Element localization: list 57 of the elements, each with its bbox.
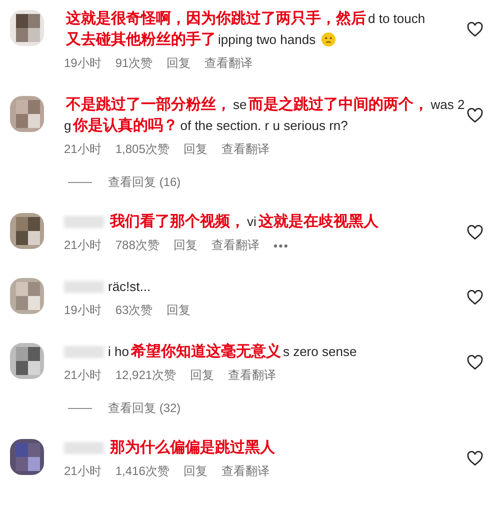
like-count[interactable]: 91次赞 [115, 55, 153, 72]
comment-text: d to touch [368, 11, 426, 26]
translate-link[interactable]: 查看翻译 [211, 237, 260, 254]
reply-link[interactable]: 回复 [183, 463, 208, 480]
comment-time: 21小时 [64, 367, 102, 384]
like-count[interactable]: 12,921次赞 [115, 367, 176, 384]
emoji-icon [320, 32, 336, 47]
caption-overlay: 不是跳过了一部分粉丝， [66, 95, 231, 114]
caption-overlay: 希望你知道这毫无意义 [130, 342, 281, 361]
reply-link[interactable]: 回复 [173, 237, 198, 254]
heart-icon[interactable] [467, 290, 483, 305]
comment-time: 19小时 [64, 55, 102, 72]
avatar[interactable] [10, 96, 44, 132]
heart-icon[interactable] [467, 225, 483, 240]
caption-overlay: 我们看了那个视频， [110, 212, 245, 231]
more-options[interactable]: ••• [273, 238, 289, 252]
heart-icon[interactable] [467, 108, 483, 123]
translate-link[interactable]: 查看翻译 [228, 367, 276, 384]
like-count[interactable]: 1,416次赞 [115, 463, 170, 480]
reply-link[interactable]: 回复 [183, 141, 208, 158]
comment-time: 21小时 [64, 141, 102, 158]
like-count[interactable]: 63次赞 [115, 302, 153, 319]
caption-overlay: 这就是很奇怪啊，因为你跳过了两只手，然后 [66, 9, 366, 28]
comment-text: was 2 [430, 97, 465, 112]
comment-text: i ho [108, 344, 129, 359]
reply-link[interactable]: 回复 [166, 55, 191, 72]
translate-link[interactable]: 查看翻译 [204, 55, 253, 72]
comment-text: ipping two hands [218, 32, 316, 47]
comment-time: 21小时 [64, 237, 102, 254]
comment-time: 21小时 [64, 463, 102, 480]
comment-text: s zero sense [282, 344, 357, 359]
comment-time: 19小时 [64, 302, 102, 319]
avatar[interactable] [10, 10, 44, 46]
heart-icon[interactable] [467, 451, 483, 466]
caption-overlay: 那为什么偏偏是跳过黑人 [110, 438, 275, 457]
comment-text: räc!st... [108, 279, 151, 294]
comment-text: of the section. r u serious rn? [180, 118, 348, 133]
reply-link[interactable]: 回复 [190, 367, 214, 384]
heart-icon[interactable] [467, 22, 483, 37]
like-count[interactable]: 788次赞 [115, 237, 160, 254]
caption-overlay: 又去碰其他粉丝的手了 [66, 30, 216, 49]
caption-overlay: 而是之跳过了中间的两个， [248, 95, 429, 114]
view-replies-link[interactable]: 查看回复 (16) [108, 174, 181, 191]
reply-link[interactable]: 回复 [166, 302, 191, 319]
like-count[interactable]: 1,805次赞 [115, 141, 170, 158]
avatar[interactable] [10, 439, 44, 475]
comment-text: se [233, 97, 247, 112]
translate-link[interactable]: 查看翻译 [221, 141, 270, 158]
avatar[interactable] [10, 213, 44, 249]
comment-text: g [64, 118, 72, 133]
caption-overlay: 这就是在歧视黑人 [258, 212, 378, 231]
avatar[interactable] [10, 343, 44, 379]
caption-overlay: 你是认真的吗？ [73, 116, 178, 135]
translate-link[interactable]: 查看翻译 [221, 463, 270, 480]
comment-text: vi [247, 214, 256, 229]
view-replies-link[interactable]: 查看回复 (32) [108, 400, 181, 417]
heart-icon[interactable] [467, 355, 483, 370]
